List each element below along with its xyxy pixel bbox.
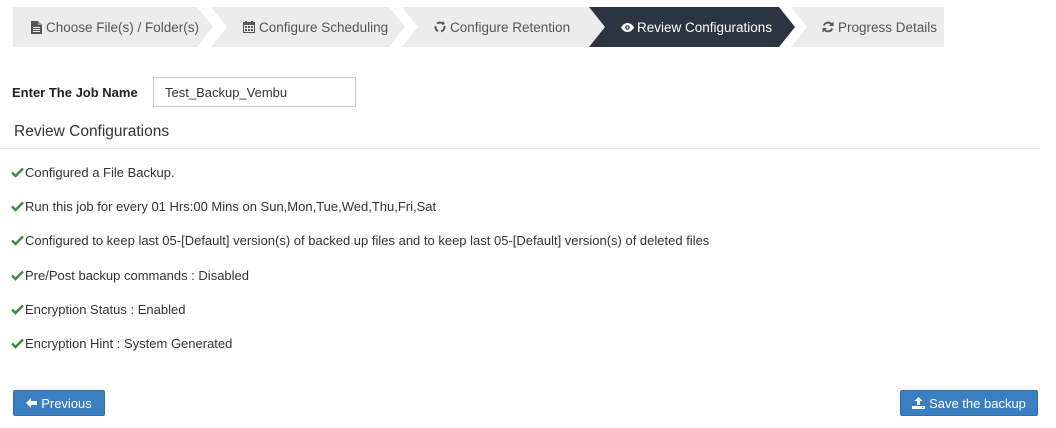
save-backup-button[interactable]: Save the backup (900, 390, 1038, 416)
step-label: Configure Scheduling (259, 19, 389, 35)
job-name-input[interactable] (153, 77, 356, 107)
step-label: Choose File(s) / Folder(s) (46, 19, 200, 35)
review-item-text: Run this job for every 01 Hrs:00 Mins on… (25, 199, 437, 215)
check-icon (11, 304, 24, 317)
review-section-title: Review Configurations (14, 123, 170, 140)
step-label: Review Configurations (637, 19, 773, 35)
save-label: Save the backup (929, 395, 1026, 411)
review-list: Configured a File Backup. Run this job f… (11, 165, 709, 370)
review-item-schedule: Run this job for every 01 Hrs:00 Mins on… (11, 199, 709, 233)
step-progress-details[interactable]: Progress Details (791, 7, 944, 47)
calendar-icon (242, 20, 256, 34)
step-configure-scheduling[interactable]: Configure Scheduling (211, 7, 405, 47)
step-choose-files[interactable]: Choose File(s) / Folder(s) (13, 7, 213, 47)
review-item-text: Encryption Hint : System Generated (25, 335, 233, 351)
check-icon (11, 167, 24, 180)
review-item-text: Encryption Status : Enabled (25, 301, 186, 317)
check-icon (11, 201, 24, 214)
job-name-row: Enter The Job Name (12, 77, 356, 107)
step-label: Configure Retention (450, 19, 571, 35)
check-icon (11, 338, 24, 351)
step-review-configurations[interactable]: Review Configurations (589, 7, 795, 47)
arrow-left-icon (26, 398, 38, 408)
previous-button[interactable]: Previous (13, 390, 105, 416)
step-label: Progress Details (838, 19, 938, 35)
check-icon (11, 235, 24, 248)
job-name-label: Enter The Job Name (12, 84, 138, 100)
wizard-steps: Choose File(s) / Folder(s) Configure Sch… (13, 7, 944, 47)
file-icon (29, 20, 43, 34)
recycle-icon (433, 20, 447, 34)
section-divider (0, 148, 1040, 149)
previous-label: Previous (41, 395, 92, 411)
review-item-backup-type: Configured a File Backup. (11, 165, 709, 199)
upload-icon (912, 397, 926, 409)
review-item-text: Pre/Post backup commands : Disabled (25, 267, 249, 283)
refresh-icon (821, 20, 835, 34)
review-item-text: Configured to keep last 05-[Default] ver… (25, 233, 710, 249)
eye-icon (620, 20, 634, 34)
review-item-text: Configured a File Backup. (25, 165, 175, 180)
check-icon (11, 270, 24, 283)
review-item-commands: Pre/Post backup commands : Disabled (11, 268, 709, 302)
review-item-retention: Configured to keep last 05-[Default] ver… (11, 233, 709, 267)
review-item-encryption-status: Encryption Status : Enabled (11, 302, 709, 336)
review-item-encryption-hint: Encryption Hint : System Generated (11, 336, 709, 370)
step-configure-retention[interactable]: Configure Retention (402, 7, 605, 47)
